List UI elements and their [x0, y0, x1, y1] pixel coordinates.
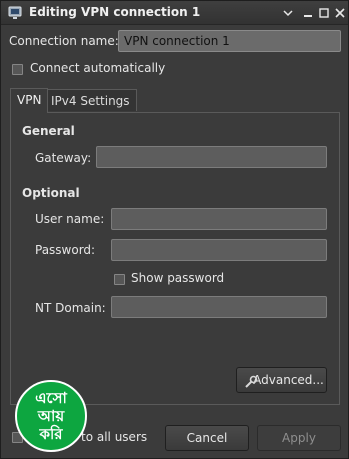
title-bar[interactable]: Editing VPN connection 1 — [1, 1, 348, 25]
vpn-editor-window: Editing VPN connection 1 Connection name… — [0, 0, 349, 459]
gateway-input[interactable] — [96, 146, 327, 168]
optional-heading: Optional — [22, 186, 80, 200]
tab-vpn[interactable]: VPN — [10, 88, 49, 113]
apply-button[interactable]: Apply — [257, 425, 341, 451]
connection-name-input[interactable]: VPN connection 1 — [118, 30, 341, 52]
gateway-label: Gateway: — [35, 151, 92, 165]
network-icon — [7, 5, 23, 21]
username-input[interactable] — [111, 208, 327, 230]
nt-domain-label: NT Domain: — [35, 301, 106, 315]
badge-line-2: আয় — [37, 407, 65, 425]
connection-name-label: Connection name: — [9, 34, 119, 48]
tab-ipv4-settings[interactable]: IPv4 Settings — [44, 89, 137, 111]
tab-vpn-label: VPN — [17, 93, 42, 107]
connect-automatically-label: Connect automatically — [30, 61, 166, 75]
minimize-icon — [304, 15, 312, 17]
advanced-button-label: Advanced... — [253, 373, 324, 387]
badge-line-1: এসো — [35, 389, 67, 407]
tab-ipv4-label: IPv4 Settings — [51, 94, 130, 108]
minimize-button[interactable] — [281, 6, 295, 20]
available-to-all-users-label: to all users — [81, 430, 148, 444]
password-label: Password: — [35, 243, 96, 257]
show-password-checkbox[interactable] — [114, 274, 125, 285]
badge-line-3: করি — [39, 425, 63, 443]
show-password-label: Show password — [131, 271, 225, 285]
chevron-down-icon — [283, 10, 293, 17]
nt-domain-input[interactable] — [111, 296, 327, 318]
advanced-button[interactable]: Advanced... — [236, 367, 327, 393]
minimize-window-button[interactable] — [301, 6, 315, 20]
general-heading: General — [22, 124, 75, 138]
connect-automatically-checkbox[interactable] — [12, 64, 23, 75]
maximize-button[interactable] — [317, 6, 331, 20]
wrench-icon — [244, 373, 258, 397]
watermark-badge: এসো আয় করি — [15, 380, 87, 452]
close-button[interactable] — [333, 6, 347, 20]
close-icon — [335, 8, 345, 18]
window-title: Editing VPN connection 1 — [29, 5, 201, 19]
password-input[interactable] — [111, 239, 327, 261]
cancel-button[interactable]: Cancel — [165, 425, 249, 451]
username-label: User name: — [35, 212, 105, 226]
restore-icon — [319, 8, 329, 18]
